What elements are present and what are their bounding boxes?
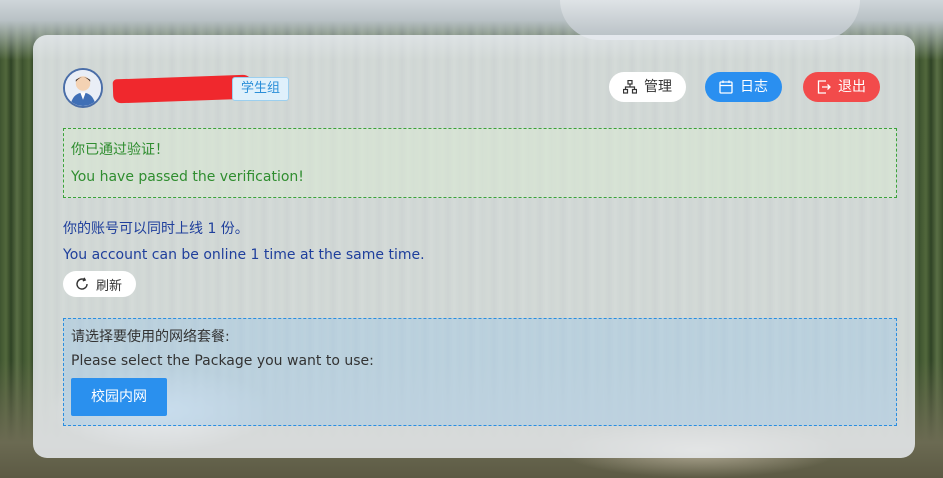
verification-message-zh: 你已通过验证！ (71, 142, 169, 158)
package-prompt-en: Please select the Package you want to us… (71, 353, 374, 369)
calendar-icon (719, 80, 733, 94)
user-group-tag: 学生组 (232, 77, 290, 101)
sitemap-icon (623, 80, 637, 94)
user-avatar (63, 68, 103, 108)
package-selection-box: 请选择要使用的网络套餐: Please select the Package y… (63, 318, 897, 426)
package-prompt-zh: 请选择要使用的网络套餐: (71, 329, 230, 345)
manage-button-label: 管理 (644, 79, 672, 95)
background-mountain (560, 0, 860, 40)
refresh-button-label: 刷新 (96, 278, 123, 294)
package-option-campus-intranet[interactable]: 校园内网 (71, 378, 167, 416)
verification-message-en: You have passed the verification! (71, 169, 304, 185)
logout-button[interactable]: 退出 (803, 72, 880, 102)
logout-button-label: 退出 (838, 79, 866, 95)
verification-success-box: 你已通过验证！ You have passed the verification… (63, 128, 897, 198)
online-limit-message-zh: 你的账号可以同时上线 1 份。 (63, 221, 249, 237)
user-avatar-icon (65, 70, 101, 106)
manage-button[interactable]: 管理 (609, 72, 686, 102)
refresh-button[interactable]: 刷新 (63, 271, 137, 297)
refresh-icon (76, 277, 88, 290)
log-button[interactable]: 日志 (705, 72, 782, 102)
log-button-label: 日志 (740, 79, 768, 95)
logout-icon (817, 80, 831, 94)
main-panel: 学生组 管理 日志 退出 你已通过验证！ You have passed the… (33, 35, 915, 458)
online-limit-message-en: You account can be online 1 time at the … (63, 247, 425, 263)
